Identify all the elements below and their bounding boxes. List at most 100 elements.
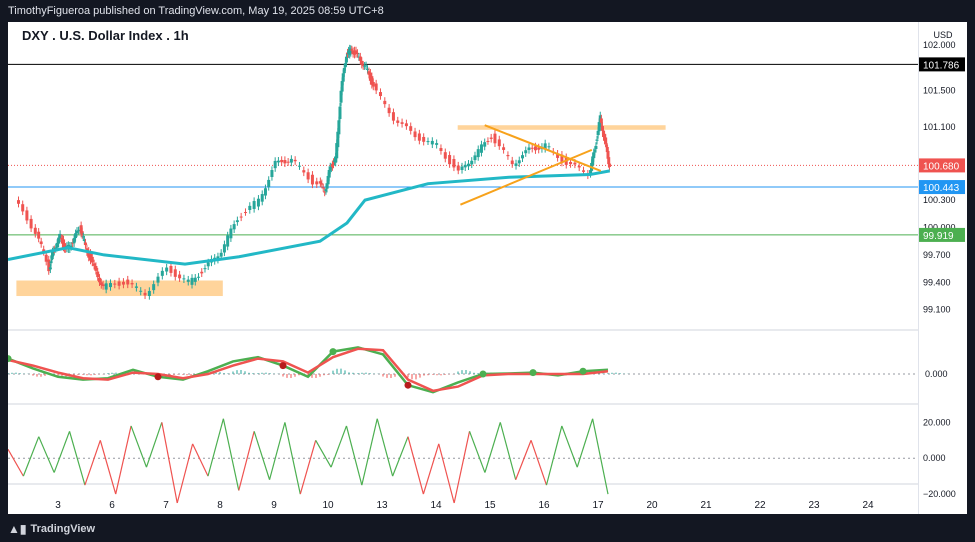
candle-body xyxy=(280,159,284,163)
candle-body xyxy=(48,267,52,270)
candle-body xyxy=(126,279,130,285)
candle-body xyxy=(182,278,186,280)
momentum-tick-label: 20.000 xyxy=(923,417,951,427)
candle-body xyxy=(193,277,197,282)
y-tick-label: 99.700 xyxy=(923,250,951,260)
candle-body xyxy=(497,139,501,147)
momentum-segment xyxy=(499,422,517,480)
candle-body xyxy=(113,283,117,285)
candle-body xyxy=(297,165,301,167)
momentum-segment xyxy=(253,431,271,480)
candle-body xyxy=(467,163,470,167)
x-tick-label: 7 xyxy=(163,500,169,511)
tradingview-icon: ▲▮ xyxy=(8,522,27,536)
candle-body xyxy=(595,139,599,141)
momentum-tick-label: −20.000 xyxy=(923,489,956,499)
candle-body xyxy=(293,159,297,162)
candle-body xyxy=(186,279,190,282)
candle-body xyxy=(37,231,41,239)
x-tick-label: 13 xyxy=(376,500,388,511)
candle-body xyxy=(283,160,287,164)
candle-body xyxy=(92,263,96,266)
candle-body xyxy=(547,146,551,148)
x-tick-label: 14 xyxy=(430,500,442,511)
candle-body xyxy=(517,160,521,164)
candle-body xyxy=(130,283,134,285)
momentum-segment xyxy=(515,440,532,480)
momentum-segment xyxy=(207,418,224,477)
publisher-bar: TimothyFigueroa published on TradingView… xyxy=(0,0,975,22)
candle-body xyxy=(152,284,156,291)
momentum-segment xyxy=(545,425,563,486)
price-scale[interactable]: USD 102.000 101.500 101.100 100.300 100.000 99… xyxy=(918,22,968,514)
candle-body xyxy=(139,290,143,292)
candle-body xyxy=(374,83,378,91)
triangle-trendline xyxy=(460,148,593,206)
price-label: 100.680 xyxy=(923,161,960,172)
candle-body xyxy=(383,100,387,105)
candle-body xyxy=(527,147,531,151)
price-chart-svg[interactable]: DXY . U.S. Dollar Index . 1h 3 6 7 8 9 10 13 14 1… xyxy=(8,22,918,514)
crossover-dot xyxy=(579,367,587,375)
momentum-segment xyxy=(222,418,240,491)
candle-body xyxy=(502,147,506,150)
candle-body xyxy=(90,256,94,263)
candle-body xyxy=(273,160,277,169)
oscillator-tick-label: 0.000 xyxy=(925,369,948,379)
candle-body xyxy=(29,218,33,229)
candle-body xyxy=(96,271,100,278)
candle-body xyxy=(222,244,226,253)
momentum-tick-label: 0.000 xyxy=(923,453,946,463)
momentum-segment xyxy=(99,440,117,495)
candle-body xyxy=(117,281,121,286)
candle-body xyxy=(473,155,477,161)
momentum-segment xyxy=(53,431,71,473)
candle-body xyxy=(190,277,194,285)
candle-body xyxy=(582,170,586,172)
candle-body xyxy=(256,198,260,207)
candle-body xyxy=(486,140,490,142)
candle-body xyxy=(134,286,138,288)
candle-body xyxy=(197,276,200,278)
y-tick-label: 101.100 xyxy=(923,122,956,132)
candle-body xyxy=(430,140,434,145)
candle-body xyxy=(400,122,404,124)
candle-body xyxy=(94,266,98,271)
candle-body xyxy=(160,270,164,276)
momentum-segment xyxy=(161,422,178,504)
candle-body xyxy=(270,170,274,178)
candle-body xyxy=(248,205,252,210)
candle-body xyxy=(108,283,112,288)
candle-body xyxy=(422,136,426,142)
price-scale-svg: USD102.000101.500101.100100.300100.00099… xyxy=(919,30,965,499)
momentum-segment xyxy=(315,439,332,468)
ema-line xyxy=(8,169,611,266)
candle-body xyxy=(510,160,514,165)
candle-body xyxy=(306,172,310,180)
price-label: 100.443 xyxy=(923,183,960,194)
y-tick-label: 101.500 xyxy=(923,86,956,96)
momentum-segment xyxy=(438,443,455,504)
chart-area[interactable]: DXY . U.S. Dollar Index . 1h 3 6 7 8 9 10 13 14 1… xyxy=(8,22,918,514)
candle-body xyxy=(463,164,467,168)
candle-body xyxy=(533,146,537,151)
candle-body xyxy=(439,148,443,151)
momentum-segment xyxy=(68,431,86,486)
momentum-segment xyxy=(268,422,286,480)
chart-window: TimothyFigueroa published on TradingView… xyxy=(0,0,975,542)
candle-body xyxy=(443,152,447,159)
footer-brand: TradingView xyxy=(30,523,96,535)
x-tick-label: 20 xyxy=(646,500,658,511)
candle-body xyxy=(530,147,534,149)
candle-body xyxy=(21,204,25,212)
candle-body xyxy=(232,224,236,230)
candle-body xyxy=(235,220,239,223)
candle-body xyxy=(489,137,493,139)
candle-body xyxy=(101,284,105,287)
momentum-segment xyxy=(38,436,55,473)
oscillator-line xyxy=(8,347,609,393)
tradingview-logo[interactable]: ▲▮ TradingView xyxy=(8,522,95,536)
x-tick-label: 10 xyxy=(322,500,334,511)
x-tick-label: 22 xyxy=(754,500,766,511)
price-label: 99.919 xyxy=(923,231,954,242)
